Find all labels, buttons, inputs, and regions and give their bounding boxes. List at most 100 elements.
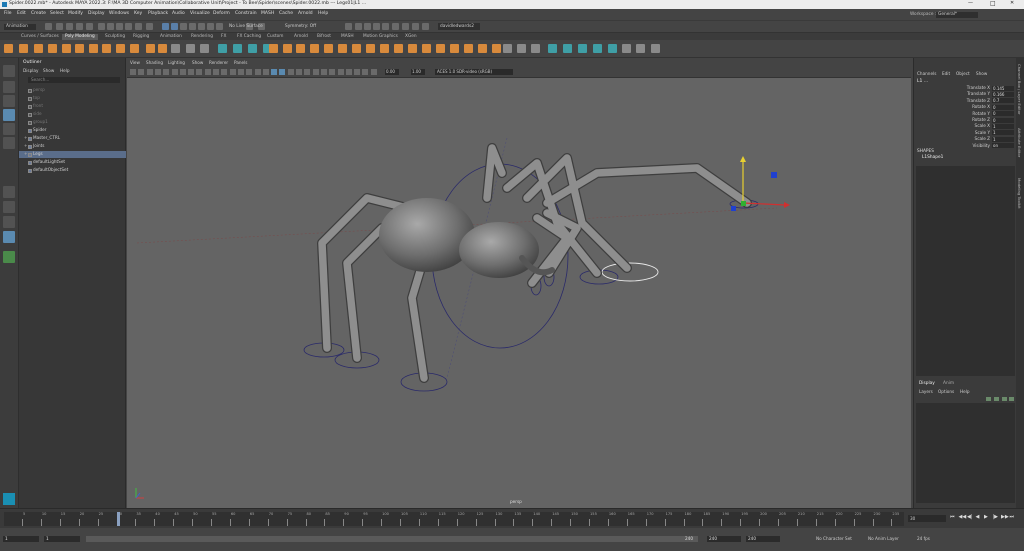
viewport-menu-show[interactable]: Show (192, 60, 203, 65)
shelf-tool-icon[interactable] (233, 44, 242, 53)
shelf-tool-icon[interactable] (503, 44, 512, 53)
shelf-tool-icon[interactable] (171, 44, 180, 53)
menu-playback[interactable]: Playback (148, 11, 168, 17)
spider-cephalothorax[interactable] (459, 222, 539, 278)
shelf-tool-icon[interactable] (283, 44, 292, 53)
viewport-tool-icon[interactable] (262, 69, 269, 75)
maximize-button[interactable]: □ (990, 1, 996, 7)
layer-option-icon[interactable] (994, 397, 999, 401)
animation-end-field[interactable]: 240 (746, 536, 780, 542)
3d-viewport[interactable]: persp (127, 78, 911, 508)
channel-attr-label[interactable]: Translate X (914, 85, 990, 90)
scale-tool-icon[interactable] (3, 137, 15, 149)
outliner-item[interactable]: defaultLightSet (33, 159, 65, 164)
outliner-item[interactable]: defaultObjectSet (33, 167, 68, 172)
user-account-dropdown[interactable]: davidledwards2 (438, 23, 480, 30)
minimize-button[interactable]: — (968, 1, 973, 6)
outliner-item[interactable]: Legs (33, 151, 43, 156)
outliner-menu-display[interactable]: Display (23, 68, 38, 73)
channel-attr-label[interactable]: Rotate X (914, 104, 990, 109)
menu-edit[interactable]: Edit (17, 11, 26, 17)
channel-menu-edit[interactable]: Edit (942, 71, 950, 76)
viewport-tool-icon[interactable] (237, 69, 244, 75)
status-tool-icon[interactable] (402, 23, 409, 30)
symmetry-dropdown[interactable]: Symmetry: Off (285, 24, 316, 29)
shelf-tool-icon[interactable] (651, 44, 660, 53)
side-tab[interactable]: Modeling Toolkit (1017, 178, 1022, 209)
shape-name[interactable]: L1Shape1 (922, 155, 943, 160)
shelf-tool-icon[interactable] (422, 44, 431, 53)
menu-constrain[interactable]: Constrain (235, 11, 257, 17)
select-tool-icon[interactable] (3, 65, 15, 77)
channel-attr-value[interactable]: 1 (992, 123, 1014, 129)
layer-option-icon[interactable] (1009, 397, 1014, 401)
viewport-tool-icon[interactable] (204, 69, 211, 75)
channel-attr-label[interactable]: Rotate Y (914, 111, 990, 116)
far-clip-field[interactable]: 1.00 (411, 69, 425, 75)
status-tool-icon[interactable] (76, 23, 83, 30)
shelf-tool-icon[interactable] (296, 44, 305, 53)
status-tool-icon[interactable] (189, 23, 196, 30)
channel-attr-value[interactable]: 1 (992, 130, 1014, 136)
viewport-tool-icon[interactable] (254, 69, 261, 75)
viewport-tool-icon[interactable] (329, 69, 336, 75)
channel-attr-value[interactable]: 0 (992, 111, 1014, 117)
single-pane-icon[interactable] (3, 186, 15, 198)
status-tool-icon[interactable] (412, 23, 419, 30)
layout-pane-icon[interactable] (3, 231, 15, 243)
shelf-tool-icon[interactable] (4, 44, 13, 53)
menu-create[interactable]: Create (31, 11, 46, 17)
channel-attr-value[interactable]: 0.7 (992, 98, 1014, 104)
playback-control-icon[interactable]: ◀ (976, 515, 980, 520)
status-tool-icon[interactable] (216, 23, 223, 30)
layer-menu-options[interactable]: Options (938, 389, 954, 394)
shelf-tool-icon[interactable] (366, 44, 375, 53)
status-tool-icon[interactable] (180, 23, 187, 30)
status-tool-icon[interactable] (355, 23, 362, 30)
colorspace-dropdown[interactable]: ACES 1.0 SDR-video (sRGB) (435, 69, 513, 75)
status-tool-icon[interactable] (107, 23, 114, 30)
shelf-tool-icon[interactable] (62, 44, 71, 53)
paint-select-icon[interactable] (3, 95, 15, 107)
spider-scene[interactable] (127, 78, 911, 508)
outliner-item[interactable]: persp (33, 87, 45, 92)
status-tool-icon[interactable] (66, 23, 73, 30)
shelf-tool-icon[interactable] (116, 44, 125, 53)
outliner-item[interactable]: top (33, 95, 40, 100)
menu-modify[interactable]: Modify (68, 11, 83, 17)
outliner-item[interactable]: front (33, 103, 43, 108)
shelf-tool-icon[interactable] (19, 44, 28, 53)
channel-attr-label[interactable]: Scale Y (914, 130, 990, 135)
viewport-tool-icon[interactable] (370, 69, 377, 75)
status-tool-icon[interactable] (382, 23, 389, 30)
viewport-tool-icon[interactable] (287, 69, 294, 75)
shelf-tool-icon[interactable] (130, 44, 139, 53)
viewport-tool-icon[interactable] (229, 69, 236, 75)
viewport-tool-icon[interactable] (196, 69, 203, 75)
status-tool-icon[interactable] (98, 23, 105, 30)
magnify-icon[interactable] (3, 251, 15, 263)
playback-end-field[interactable]: 240 (683, 536, 697, 542)
live-surface-label[interactable]: No Live Surface (229, 24, 263, 29)
viewport-tool-icon[interactable] (138, 69, 145, 75)
shelf-tool-icon[interactable] (636, 44, 645, 53)
outliner-item[interactable]: Joints (33, 143, 44, 148)
shelf-tool-icon[interactable] (608, 44, 617, 53)
outliner-item[interactable]: side (33, 111, 42, 116)
channel-attr-label[interactable]: Scale Z (914, 136, 990, 141)
status-tool-icon[interactable] (116, 23, 123, 30)
shelf-tool-icon[interactable] (492, 44, 501, 53)
viewport-tool-icon[interactable] (271, 69, 278, 75)
layer-menu-layers[interactable]: Layers (919, 389, 933, 394)
status-tool-icon[interactable] (146, 23, 153, 30)
time-slider[interactable]: 5 10 15 20 25 30 35 40 45 50 55 60 65 70 75 80 85 90 95 100… (0, 508, 1024, 528)
expand-icon[interactable]: + (24, 136, 27, 140)
status-tool-icon[interactable] (162, 23, 169, 30)
shelf-tool-icon[interactable] (478, 44, 487, 53)
shelf-tool-icon[interactable] (34, 44, 43, 53)
channel-attr-label[interactable]: Visibility (914, 143, 990, 148)
layer-option-icon[interactable] (986, 397, 991, 401)
shelf-tool-icon[interactable] (464, 44, 473, 53)
channel-attr-value[interactable]: on (992, 143, 1014, 149)
menu-visualize[interactable]: Visualize (190, 11, 210, 17)
